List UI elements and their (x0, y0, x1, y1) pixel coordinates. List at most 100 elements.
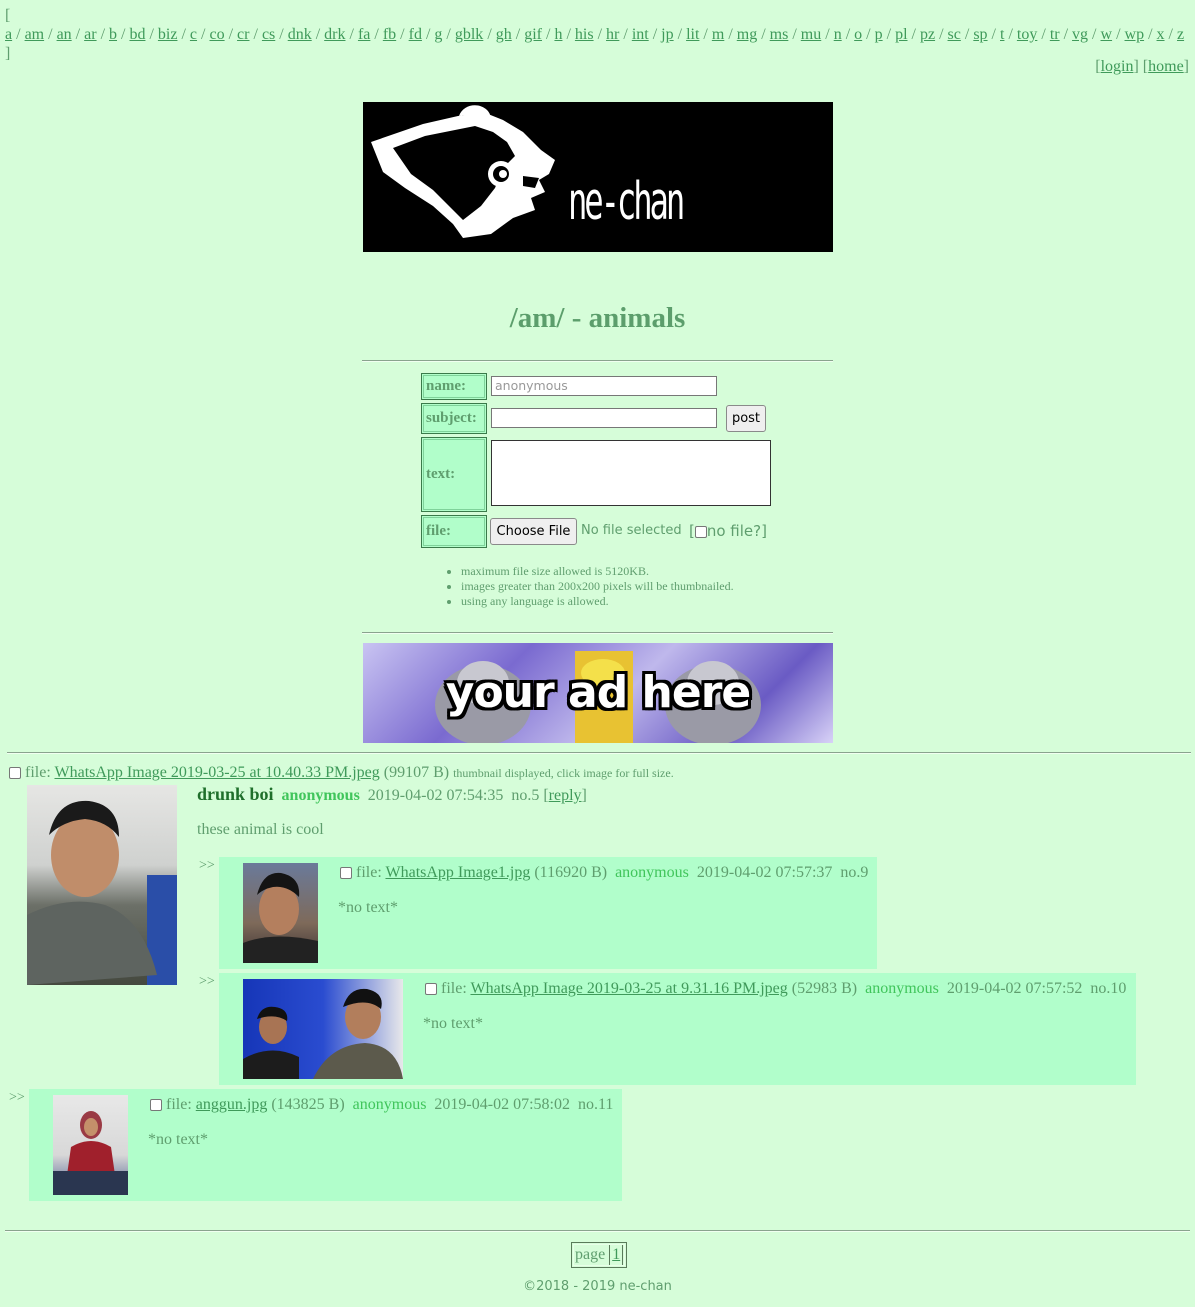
board-link-ms[interactable]: ms (770, 26, 789, 43)
board-link-co[interactable]: co (209, 26, 224, 43)
board-link-cs[interactable]: cs (262, 26, 275, 43)
board-separator: / (724, 26, 737, 43)
file-prefix: file: (356, 864, 382, 881)
reply-checkbox[interactable] (340, 867, 352, 880)
board-link-jp[interactable]: jp (661, 26, 673, 43)
board-link-vg[interactable]: vg (1072, 26, 1088, 43)
board-separator: / (757, 26, 770, 43)
board-link-mg[interactable]: mg (737, 26, 757, 43)
site-banner: ne-chan (363, 102, 833, 252)
reply-checkbox[interactable] (425, 983, 437, 996)
board-link-lit[interactable]: lit (686, 26, 699, 43)
board-link-z[interactable]: z (1177, 26, 1184, 43)
board-separator: / (562, 26, 575, 43)
subject-input[interactable] (491, 408, 717, 428)
board-separator: / (1004, 26, 1017, 43)
board-link-cr[interactable]: cr (237, 26, 249, 43)
op-post-number[interactable]: no.5 (511, 787, 539, 804)
board-link-m[interactable]: m (712, 26, 724, 43)
board-link-x[interactable]: x (1157, 26, 1165, 43)
board-link-p[interactable]: p (875, 26, 883, 43)
reply-post: file: anggun.jpg (143825 B) anonymous 20… (29, 1089, 622, 1201)
reply-post-number[interactable]: no.10 (1090, 980, 1126, 997)
reply-link[interactable]: reply (549, 787, 582, 804)
board-link-drk[interactable]: drk (324, 26, 345, 43)
ad-banner[interactable]: your ad here (363, 643, 833, 743)
board-link-n[interactable]: n (834, 26, 842, 43)
board-separator: / (882, 26, 896, 43)
board-separator: / (699, 26, 712, 43)
op-file-link[interactable]: WhatsApp Image 2019-03-25 at 10.40.33 PM… (54, 764, 379, 781)
board-link-tr[interactable]: tr (1050, 26, 1060, 43)
reply-checkbox[interactable] (150, 1099, 162, 1112)
board-separator: / (311, 26, 325, 43)
board-link-fa[interactable]: fa (358, 26, 370, 43)
board-separator: / (275, 26, 288, 43)
reply-thumbnail[interactable] (53, 1095, 128, 1195)
board-link-bd[interactable]: bd (129, 26, 145, 43)
board-link-gif[interactable]: gif (524, 26, 542, 43)
text-area[interactable] (491, 440, 771, 506)
reply-thumbnail[interactable] (243, 863, 318, 963)
board-link-o[interactable]: o (854, 26, 862, 43)
board-link-pl[interactable]: pl (895, 26, 907, 43)
board-list-close-bracket: ] (5, 45, 11, 62)
op-thumbnail[interactable] (27, 785, 177, 985)
no-file-selected-text: No file selected (581, 523, 682, 538)
board-link-b[interactable]: b (109, 26, 117, 43)
board-separator: / (907, 26, 920, 43)
board-link-an[interactable]: an (57, 26, 72, 43)
name-input[interactable]: anonymous (491, 376, 717, 396)
board-link-hr[interactable]: hr (606, 26, 619, 43)
board-link-gh[interactable]: gh (496, 26, 512, 43)
op-checkbox[interactable] (9, 767, 21, 780)
board-separator: / (1037, 26, 1050, 43)
board-link-dnk[interactable]: dnk (288, 26, 312, 43)
file-prefix: file: (166, 1096, 192, 1113)
reply-thumbnail[interactable] (243, 979, 403, 1079)
op-header: drunk boi anonymous 2019-04-02 07:54:35 … (197, 784, 587, 804)
login-link[interactable]: login (1101, 58, 1134, 75)
board-separator: / (935, 26, 948, 43)
reply-post: file: WhatsApp Image 2019-03-25 at 9.31.… (219, 973, 1136, 1085)
reply-post-number[interactable]: no.9 (840, 864, 868, 881)
board-separator: / (673, 26, 687, 43)
board-link-w[interactable]: w (1101, 26, 1113, 43)
post-button[interactable]: post (726, 405, 766, 432)
board-separator: / (12, 26, 25, 43)
board-link-mu[interactable]: mu (801, 26, 821, 43)
board-separator: / (44, 26, 57, 43)
board-link-pz[interactable]: pz (920, 26, 935, 43)
board-link-wp[interactable]: wp (1125, 26, 1145, 43)
board-link-biz[interactable]: biz (158, 26, 178, 43)
pagination: page 1 (571, 1242, 628, 1268)
board-link-his[interactable]: his (575, 26, 594, 43)
page-1-link[interactable]: 1 (609, 1244, 624, 1266)
file-prefix: file: (441, 980, 467, 997)
reply-poster-name: anonymous (865, 980, 939, 997)
reply-date: 2019-04-02 07:57:52 (946, 980, 1083, 997)
board-separator: / (249, 26, 262, 43)
board-link-sp[interactable]: sp (973, 26, 987, 43)
no-file-checkbox[interactable] (694, 525, 707, 538)
board-link-fb[interactable]: fb (383, 26, 396, 43)
choose-file-button[interactable]: Choose File (490, 518, 577, 545)
rule-item: using any language is allowed. (461, 594, 734, 609)
reply-file-link[interactable]: WhatsApp Image1.jpg (385, 864, 530, 881)
reply-post-number[interactable]: no.11 (578, 1096, 613, 1113)
board-link-c[interactable]: c (190, 26, 197, 43)
board-separator: / (1059, 26, 1073, 43)
board-link-ar[interactable]: ar (84, 26, 96, 43)
board-separator: / (483, 26, 496, 43)
board-link-sc[interactable]: sc (948, 26, 961, 43)
board-separator: / (345, 26, 358, 43)
reply-image-art (243, 872, 318, 963)
board-link-fd[interactable]: fd (409, 26, 422, 43)
board-link-gblk[interactable]: gblk (455, 26, 483, 43)
board-link-toy[interactable]: toy (1017, 26, 1037, 43)
reply-file-link[interactable]: anggun.jpg (196, 1096, 268, 1113)
board-link-am[interactable]: am (25, 26, 45, 43)
board-link-int[interactable]: int (632, 26, 649, 43)
reply-file-link[interactable]: WhatsApp Image 2019-03-25 at 9.31.16 PM.… (470, 980, 787, 997)
home-link[interactable]: home (1148, 58, 1184, 75)
